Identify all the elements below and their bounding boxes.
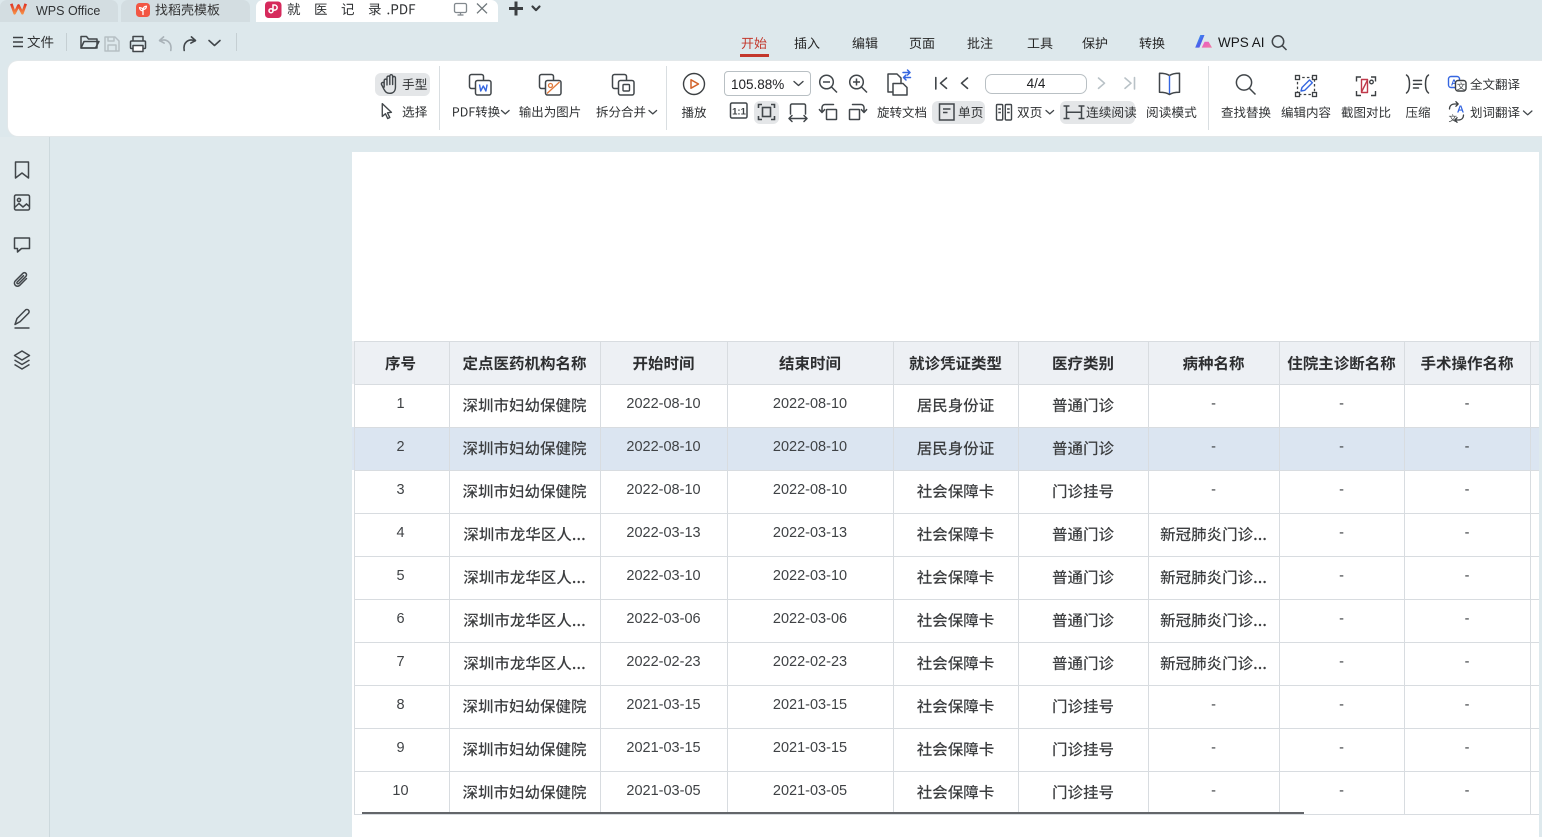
svg-text:A: A: [1457, 105, 1464, 116]
svg-text:1:1: 1:1: [732, 107, 746, 118]
